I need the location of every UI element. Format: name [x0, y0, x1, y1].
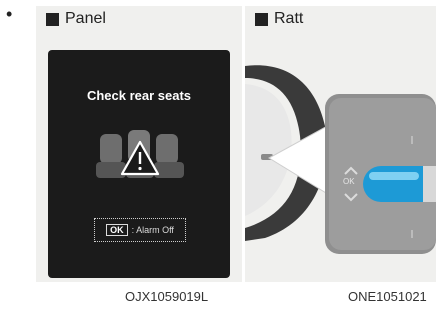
panel-illustration: Panel Check rear seats OK : Alarm Off	[36, 6, 242, 282]
bullet: •	[6, 4, 13, 24]
panel-title-text: Panel	[65, 10, 106, 27]
square-icon	[46, 12, 59, 26]
left-figure-code: OJX1059019L	[125, 289, 209, 304]
ok-key-label: OK	[106, 224, 128, 236]
alarm-off-hint: OK : Alarm Off	[94, 218, 186, 242]
right-figure-code: ONE1051021	[348, 289, 427, 304]
cluster-screen: Check rear seats OK : Alarm Off	[48, 50, 230, 278]
steering-wheel-drawing	[245, 65, 436, 254]
switch-ok-label: OK	[343, 177, 355, 186]
alarm-off-label: : Alarm Off	[131, 225, 174, 235]
panel-title: Panel	[46, 10, 106, 28]
check-rear-seats-message: Check rear seats	[86, 88, 192, 103]
rear-seats-warning-icon	[96, 130, 184, 178]
steering-wheel-illustration: Ratt OK	[245, 6, 436, 282]
